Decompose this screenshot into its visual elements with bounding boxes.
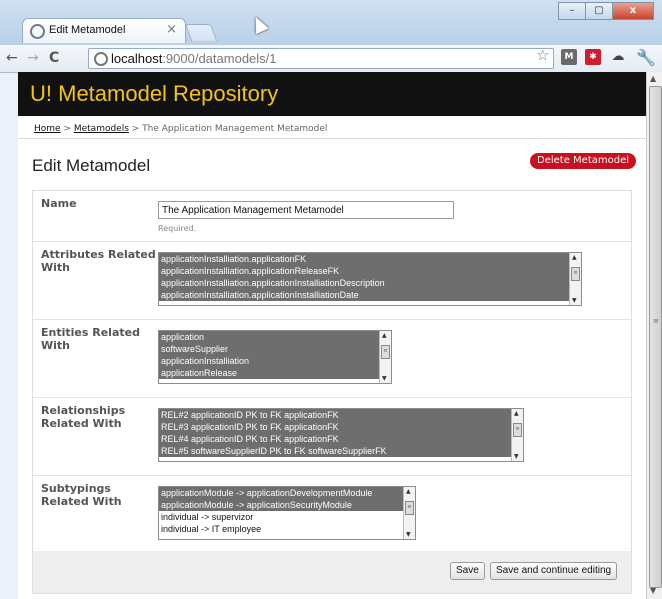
entities-row: Entities Related With application softwa… (33, 320, 631, 398)
attributes-label: Attributes Related With (41, 248, 156, 274)
scroll-up-icon[interactable]: ▲ (650, 74, 656, 83)
name-label: Name (41, 197, 77, 210)
url-host: localhost (111, 51, 163, 66)
subtypings-listbox[interactable]: applicationModule -> applicationDevelopm… (158, 486, 416, 540)
site-title[interactable]: U! Metamodel Repository (30, 81, 278, 107)
scrollbar-thumb[interactable]: ≡ (513, 423, 522, 437)
scroll-down-icon[interactable]: ▼ (650, 586, 656, 595)
scrollbar-grip-icon: ≡ (653, 317, 659, 325)
scroll-down-icon[interactable]: ▼ (514, 453, 519, 460)
list-option[interactable]: applicationInstalliation (159, 355, 391, 367)
address-bar[interactable]: localhost:9000/datamodels/1 (88, 48, 554, 69)
url-path: :9000/datamodels/1 (162, 51, 277, 66)
list-option[interactable]: applicationInstalliation.applicationInst… (159, 277, 581, 289)
forward-arrow-icon[interactable]: → (27, 50, 39, 66)
list-option[interactable]: REL#2 applicationID PK to FK application… (159, 409, 523, 421)
page-title: Edit Metamodel (32, 156, 151, 175)
browser-titlebar: Edit Metamodel × – ▢ x (0, 0, 662, 46)
scroll-down-icon[interactable]: ▼ (382, 375, 387, 382)
scroll-down-icon[interactable]: ▼ (572, 297, 577, 304)
list-option[interactable]: REL#4 applicationID PK to FK application… (159, 433, 523, 445)
scrollbar-thumb[interactable]: ≡ (405, 501, 414, 515)
extension-red-icon[interactable]: ✱ (585, 49, 601, 65)
listbox-scrollbar[interactable]: ▲ ≡ ▼ (403, 487, 415, 539)
new-tab-button[interactable] (184, 24, 218, 41)
tab-close-icon[interactable]: × (166, 22, 177, 37)
edit-form: Name Required. Attributes Related With a… (32, 190, 632, 594)
list-option[interactable]: softwareSupplier (159, 343, 391, 355)
list-option[interactable]: applicationInstalliation.applicationRele… (159, 265, 581, 277)
list-option[interactable]: applicationModule -> applicationDevelopm… (159, 487, 415, 499)
wrench-menu-icon[interactable]: 🔧 (636, 48, 656, 67)
subtypings-row: Subtypings Related With applicationModul… (33, 476, 631, 551)
bookmark-star-icon[interactable]: ☆ (536, 46, 549, 64)
listbox-scrollbar[interactable]: ▲ ≡ ▼ (379, 331, 391, 383)
subtypings-label: Subtypings Related With (41, 482, 122, 508)
form-actions: Save Save and continue editing (33, 551, 631, 593)
browser-toolbar: ← → C localhost:9000/datamodels/1 ☆ M ✱ … (0, 45, 662, 73)
window-controls: – ▢ x (558, 2, 654, 20)
list-option[interactable]: applicationInstalliation.applicationInst… (159, 289, 581, 301)
extension-m-icon[interactable]: M (561, 49, 577, 65)
list-option[interactable]: individual -> supervizor (159, 511, 415, 523)
entities-listbox[interactable]: application softwareSupplier application… (158, 330, 392, 384)
breadcrumb: Home > Metamodels > The Application Mana… (34, 124, 327, 134)
divider (18, 138, 646, 139)
attributes-listbox[interactable]: applicationInstalliation.applicationFK a… (158, 252, 582, 306)
page-info-icon[interactable] (94, 52, 108, 66)
relationships-listbox[interactable]: REL#2 applicationID PK to FK application… (158, 408, 524, 462)
scroll-up-icon[interactable]: ▲ (406, 488, 411, 495)
scroll-up-icon[interactable]: ▲ (572, 254, 577, 261)
save-button[interactable]: Save (450, 562, 485, 580)
page-content: U! Metamodel Repository Home > Metamodel… (18, 72, 646, 599)
name-row: Name Required. (33, 191, 631, 242)
relationships-row: Relationships Related With REL#2 applica… (33, 398, 631, 476)
list-option[interactable]: REL#3 applicationID PK to FK application… (159, 421, 523, 433)
maximize-button[interactable]: ▢ (585, 2, 613, 20)
listbox-scrollbar[interactable]: ▲ ≡ ▼ (569, 253, 581, 305)
scrollbar-thumb[interactable]: ≡ (571, 267, 580, 281)
name-help-text: Required. (158, 224, 197, 233)
page-favicon-icon (30, 24, 45, 39)
minimize-button[interactable]: – (558, 2, 586, 20)
back-arrow-icon[interactable]: ← (6, 50, 18, 66)
scrollbar-thumb[interactable]: ≡ (649, 86, 662, 588)
breadcrumb-separator: > (60, 124, 74, 134)
list-option[interactable]: REL#5 softwareSupplierID PK to FK softwa… (159, 445, 523, 457)
mouse-cursor-icon (249, 13, 269, 35)
list-option[interactable]: application (159, 331, 391, 343)
listbox-scrollbar[interactable]: ▲ ≡ ▼ (511, 409, 523, 461)
relationships-label: Relationships Related With (41, 404, 126, 430)
breadcrumb-current: The Application Management Metamodel (142, 124, 328, 134)
scroll-up-icon[interactable]: ▲ (382, 332, 387, 339)
name-input[interactable] (158, 201, 454, 219)
list-option[interactable]: applicationModule -> applicationSecurity… (159, 499, 415, 511)
url-text: localhost:9000/datamodels/1 (111, 51, 277, 66)
save-continue-button[interactable]: Save and continue editing (490, 562, 618, 580)
scroll-down-icon[interactable]: ▼ (406, 531, 411, 538)
attributes-row: Attributes Related With applicationInsta… (33, 242, 631, 320)
breadcrumb-metamodels[interactable]: Metamodels (74, 124, 129, 134)
delete-metamodel-button[interactable]: Delete Metamodel (530, 153, 637, 169)
tab-title: Edit Metamodel (49, 24, 126, 36)
extension-cloud-icon[interactable]: ☁ (610, 50, 626, 67)
scroll-up-icon[interactable]: ▲ (514, 410, 519, 417)
reload-icon[interactable]: C (49, 50, 59, 66)
close-window-button[interactable]: x (612, 2, 654, 20)
page-scrollbar[interactable]: ▲ ≡ ▼ (646, 72, 662, 599)
entities-label: Entities Related With (41, 326, 140, 352)
site-header: U! Metamodel Repository (18, 72, 646, 116)
list-option[interactable]: individual -> IT employee (159, 523, 415, 535)
breadcrumb-separator: > (128, 124, 143, 134)
list-option[interactable]: applicationInstalliation.applicationFK (159, 253, 581, 265)
breadcrumb-home[interactable]: Home (34, 124, 61, 134)
list-option[interactable]: applicationRelease (159, 367, 391, 379)
browser-tab[interactable]: Edit Metamodel × (22, 18, 186, 43)
scrollbar-thumb[interactable]: ≡ (381, 345, 390, 359)
